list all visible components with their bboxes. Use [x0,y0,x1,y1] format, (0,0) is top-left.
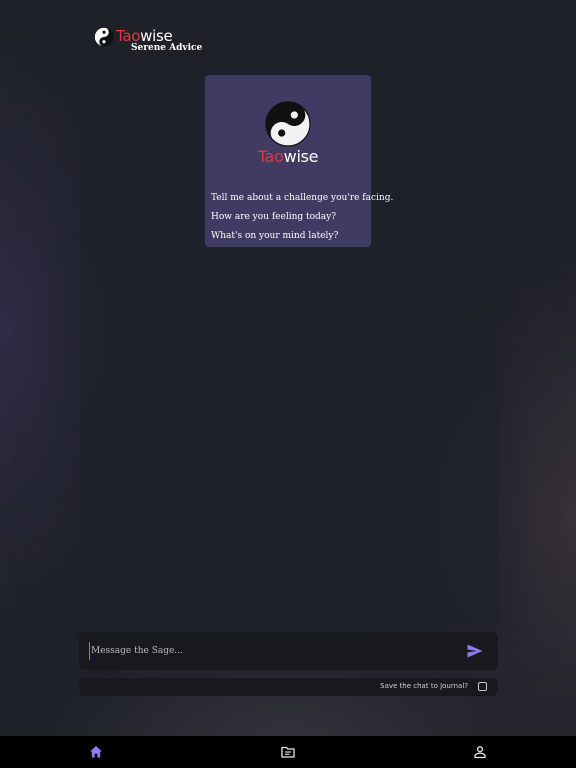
message-composer [79,632,498,670]
yin-yang-icon [94,27,114,47]
suggested-prompt[interactable]: What's on your mind lately? [211,231,338,241]
save-to-journal-row: Save the chat to Journal? [79,678,498,696]
welcome-card: Taowise Tell me about a challenge you're… [205,75,393,247]
save-to-journal-checkbox[interactable] [478,682,487,691]
card-brand-part-2: wise [283,147,319,166]
message-input[interactable] [89,642,451,660]
suggested-prompt[interactable]: How are you feeling today? [211,212,336,222]
card-wordmark: Taowise [205,147,371,166]
journal-folder-icon[interactable] [281,745,295,759]
save-to-journal-label: Save the chat to Journal? [380,682,468,690]
profile-icon[interactable] [473,745,487,759]
header-logo: Taowise Serene Advice [94,24,204,58]
card-brand-part-1: Tao [257,147,284,166]
home-icon[interactable] [89,745,103,759]
send-icon[interactable] [467,644,483,658]
bottom-nav [0,736,576,768]
suggested-prompt[interactable]: Tell me about a challenge you're facing. [211,193,393,203]
yin-yang-icon [265,101,311,147]
brand-tagline: Serene Advice [131,43,203,53]
